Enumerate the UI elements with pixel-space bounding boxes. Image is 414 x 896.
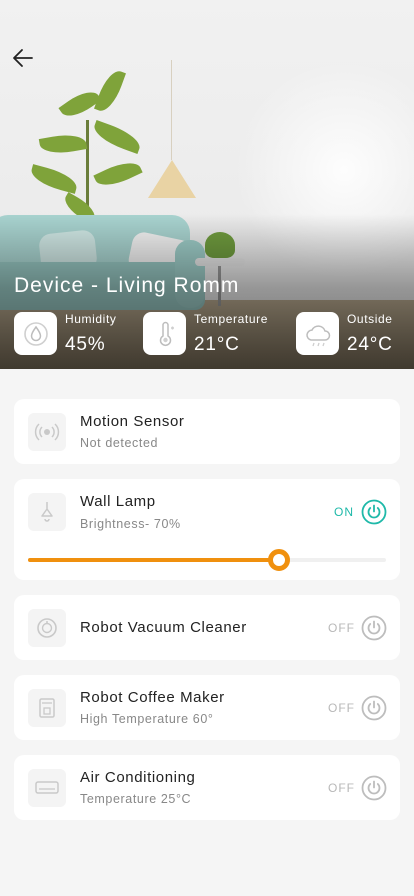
- power-toggle-icon[interactable]: [361, 499, 387, 525]
- coffee-maker-icon: [28, 689, 66, 727]
- slider-thumb[interactable]: [267, 549, 290, 571]
- device-state-label: OFF: [328, 701, 355, 715]
- brightness-slider[interactable]: [28, 549, 386, 571]
- device-status-text: Brightness- 70%: [80, 517, 181, 531]
- power-toggle-icon[interactable]: [361, 775, 387, 801]
- device-state-label: OFF: [328, 621, 355, 635]
- device-state-label: ON: [334, 505, 354, 519]
- device-name: Air Conditioning: [80, 769, 196, 786]
- device-status-text: High Temperature 60°: [80, 712, 214, 726]
- device-card-motion-sensor[interactable]: Motion Sensor Not detected: [14, 399, 400, 464]
- stat-label: Temperature: [194, 312, 268, 326]
- device-card-coffee-maker[interactable]: Robot Coffee Maker High Temperature 60° …: [14, 675, 400, 740]
- stat-label: Humidity: [65, 312, 117, 326]
- device-name: Robot Coffee Maker: [80, 689, 225, 706]
- stat-value: 24°C: [347, 334, 393, 355]
- thermometer-icon: [143, 312, 186, 355]
- power-toggle-icon[interactable]: [361, 615, 387, 641]
- cloud-icon: [296, 312, 339, 355]
- air-conditioner-icon: [28, 769, 66, 807]
- page-title: Device - Living Romm: [14, 274, 240, 297]
- device-card-robot-vacuum[interactable]: Robot Vacuum Cleaner OFF: [14, 595, 400, 660]
- back-arrow-icon[interactable]: [10, 44, 38, 72]
- device-name: Motion Sensor: [80, 413, 185, 430]
- device-status-text: Temperature 25°C: [80, 792, 192, 806]
- stat-value: 21°C: [194, 334, 240, 355]
- device-name: Robot Vacuum Cleaner: [80, 619, 247, 636]
- motion-sensor-icon: [28, 413, 66, 451]
- device-card-wall-lamp[interactable]: Wall Lamp Brightness- 70% ON: [14, 479, 400, 580]
- power-toggle-icon[interactable]: [361, 695, 387, 721]
- stat-label: Outside: [347, 312, 393, 326]
- slider-fill: [28, 558, 279, 562]
- device-card-air-conditioning[interactable]: Air Conditioning Temperature 25°C OFF: [14, 755, 400, 820]
- lamp-icon: [28, 493, 66, 531]
- vacuum-icon: [28, 609, 66, 647]
- device-name: Wall Lamp: [80, 493, 156, 510]
- hero-image: Device - Living Romm Humidity 45% Temper…: [0, 0, 414, 369]
- stat-value: 45%: [65, 334, 106, 355]
- device-status-text: Not detected: [80, 436, 159, 450]
- device-state-label: OFF: [328, 781, 355, 795]
- humidity-icon: [14, 312, 57, 355]
